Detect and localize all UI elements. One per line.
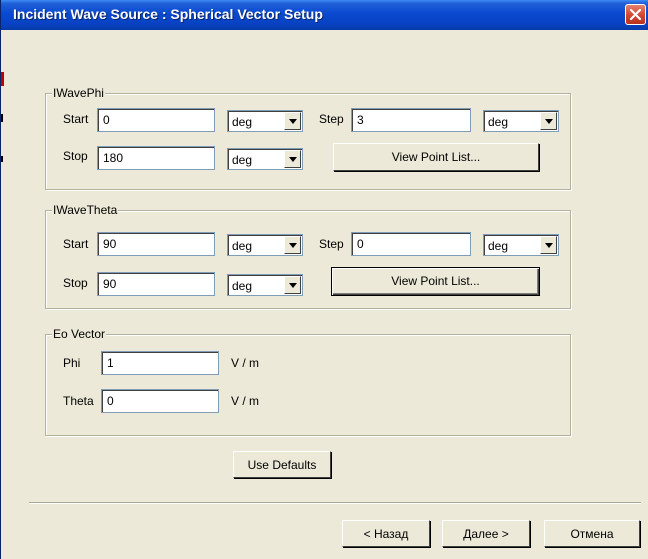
chevron-down-icon	[289, 119, 297, 124]
phi-start-unit-value: deg	[232, 115, 253, 129]
phi-step-input[interactable]: 3	[351, 108, 471, 132]
use-defaults-label: Use Defaults	[247, 458, 317, 472]
phi-group-legend: IWavePhi	[52, 86, 105, 100]
phi-step-unit-select[interactable]: deg	[483, 110, 559, 132]
phi-view-point-list-button[interactable]: View Point List...	[333, 143, 539, 171]
eo-phi-label: Phi	[63, 356, 81, 370]
theta-start-input[interactable]: 90	[97, 232, 215, 256]
phi-stop-unit-value: deg	[232, 153, 253, 167]
theta-step-unit-value: deg	[488, 239, 509, 253]
close-button[interactable]	[625, 4, 646, 25]
eo-theta-label: Theta	[63, 394, 94, 408]
cancel-button-label: Отмена	[570, 527, 614, 541]
theta-view-point-list-label: View Point List...	[391, 274, 480, 288]
theta-stop-unit-dropdown-button[interactable]	[284, 276, 301, 294]
edge-mark-red	[1, 72, 4, 86]
theta-stop-input[interactable]: 90	[97, 272, 215, 296]
title-bar[interactable]: Incident Wave Source : Spherical Vector …	[1, 0, 648, 30]
chevron-down-icon	[545, 243, 553, 248]
window-title: Incident Wave Source : Spherical Vector …	[13, 6, 323, 22]
phi-start-unit-dropdown-button[interactable]	[284, 112, 301, 130]
cancel-button[interactable]: Отмена	[544, 520, 640, 547]
theta-start-unit-dropdown-button[interactable]	[284, 236, 301, 254]
next-button-label: Далее >	[463, 527, 509, 541]
eo-vector-group-legend: Eo Vector	[52, 327, 107, 341]
phi-start-label: Start	[63, 112, 89, 126]
eo-phi-unit: V / m	[231, 356, 260, 370]
footer-separator	[29, 502, 641, 504]
phi-step-unit-value: deg	[488, 115, 509, 129]
chevron-down-icon	[545, 119, 553, 124]
theta-view-point-list-button[interactable]: View Point List...	[331, 267, 540, 296]
theta-step-unit-select[interactable]: deg	[483, 234, 559, 256]
close-icon	[629, 8, 642, 21]
phi-view-point-list-label: View Point List...	[391, 150, 481, 164]
phi-stop-unit-dropdown-button[interactable]	[284, 150, 301, 168]
theta-step-unit-dropdown-button[interactable]	[540, 236, 557, 254]
theta-step-input[interactable]: 0	[351, 232, 471, 256]
phi-start-input[interactable]: 0	[97, 108, 215, 132]
background-window-edge	[1, 30, 7, 559]
edge-mark-dark	[1, 156, 3, 162]
phi-stop-input[interactable]: 180	[97, 146, 215, 170]
theta-stop-unit-value: deg	[232, 279, 253, 293]
phi-start-unit-select[interactable]: deg	[227, 110, 303, 132]
use-defaults-button[interactable]: Use Defaults	[233, 451, 331, 478]
theta-stop-label: Stop	[63, 276, 88, 290]
phi-step-unit-dropdown-button[interactable]	[540, 112, 557, 130]
eo-phi-input[interactable]: 1	[101, 351, 219, 375]
phi-step-label: Step	[319, 112, 344, 126]
theta-stop-unit-select[interactable]: deg	[227, 274, 303, 296]
theta-start-unit-select[interactable]: deg	[227, 234, 303, 256]
theta-start-unit-value: deg	[232, 239, 253, 253]
theta-start-label: Start	[63, 237, 89, 251]
theta-step-label: Step	[319, 237, 344, 251]
eo-theta-input[interactable]: 0	[101, 389, 219, 413]
phi-stop-label: Stop	[63, 149, 88, 163]
back-button[interactable]: < Назад	[342, 520, 430, 547]
phi-stop-unit-select[interactable]: deg	[227, 148, 303, 170]
next-button[interactable]: Далее >	[442, 520, 530, 547]
theta-group-legend: IWaveTheta	[52, 203, 119, 217]
back-button-label: < Назад	[363, 527, 409, 541]
chevron-down-icon	[289, 243, 297, 248]
chevron-down-icon	[289, 283, 297, 288]
chevron-down-icon	[289, 157, 297, 162]
dialog-window: Incident Wave Source : Spherical Vector …	[0, 0, 648, 559]
edge-mark-dark	[1, 114, 3, 122]
eo-theta-unit: V / m	[231, 394, 260, 408]
eo-vector-group: Eo Vector	[45, 327, 571, 436]
